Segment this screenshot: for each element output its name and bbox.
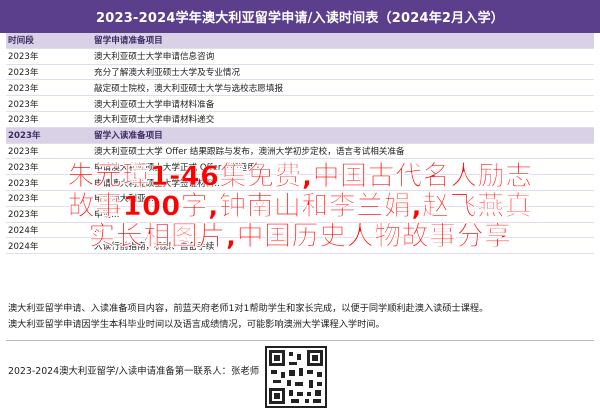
row-item: 申请澳大利亚硕士大学正式 Offer（如适用）	[94, 162, 265, 173]
section-title: 留学入读准备项目	[94, 131, 163, 142]
row-time: 2023年	[8, 210, 39, 221]
row-time: 2023年	[8, 67, 39, 78]
qr-code-icon[interactable]	[265, 346, 327, 408]
section-time: 2023年	[8, 131, 41, 142]
table-row: 2023年 澳大利亚硕士大学 Offer 结果跟踪与发布，澳洲大学初步定校，语言…	[6, 144, 594, 160]
row-time: 2023年	[8, 99, 39, 110]
row-time: 2023年	[8, 162, 39, 173]
row-item: 澳大利亚硕士大学申请材料递交	[94, 115, 215, 126]
row-time: 2024年	[8, 241, 39, 252]
row-item: 申请澳大利亚硕士大学签证材料...	[94, 178, 223, 189]
row-item: 入读行前指南，机票、自备手续	[94, 241, 215, 252]
table-row: 2023年 敲定硕士院校，澳大利亚硕士大学与选校志愿填报	[6, 80, 594, 97]
row-item: 申请...	[94, 210, 120, 221]
row-time: 2023年	[8, 52, 39, 63]
table-row: 2023年 申请...	[6, 207, 594, 223]
row-time: 2023年	[8, 146, 39, 157]
row-item: 澳大利亚硕士大学申请材料准备	[94, 99, 215, 110]
row-time: 2023年	[8, 194, 39, 205]
table-row: 2023年 澳大利亚硕士大学申请材料准备	[6, 96, 594, 112]
section-header-application: 时间段 留学申请准备项目	[6, 33, 594, 49]
column-header-time: 时间段	[8, 36, 34, 47]
divider	[6, 340, 594, 341]
table-row: 2024年 入读行前指南，机票、自备手续	[6, 238, 594, 255]
footnotes: 澳大利亚留学申请、入读准备项目内容，前蓝天府老师1对1帮助学生和家长完成，以便于…	[8, 301, 592, 333]
row-time: 2024年	[8, 225, 39, 236]
row-item: 澳大利亚硕士大学申请信息咨询	[94, 52, 215, 63]
contact-section: 2023-2024澳大利亚留学/入读申请准备第一联系人：张老师	[0, 340, 600, 417]
row-time: 2023年	[8, 83, 39, 94]
footnote: 澳大利亚留学申请因学生本科毕业时间以及语言成绩情况，可能影响澳洲大学课程入学时间…	[8, 319, 385, 330]
timeline-table: 时间段 留学申请准备项目 2023年 澳大利亚硕士大学申请信息咨询 2023年 …	[6, 33, 594, 255]
table-row: 2023年 申请澳大利亚硕士大学签证材料...	[6, 175, 594, 191]
qr-code-graphic	[269, 350, 323, 404]
row-item: 澳大利亚硕士大学 Offer 结果跟踪与发布，澳洲大学初步定校，语言考试相关准备	[94, 146, 405, 157]
row-time: 2023年	[8, 115, 39, 126]
footnote: 澳大利亚留学申请、入读准备项目内容，前蓝天府老师1对1帮助学生和家长完成，以便于…	[8, 303, 489, 314]
row-item: 充分了解澳大利亚硕士大学及专业情况	[94, 67, 241, 78]
contact-label: 2023-2024澳大利亚留学/入读申请准备第一联系人：	[8, 366, 232, 377]
table-row: 2023年 充分了解澳大利亚硕士大学及专业情况	[6, 65, 594, 81]
column-header-item: 留学申请准备项目	[94, 36, 163, 47]
row-item: 敲定硕士院校，澳大利亚硕士大学与选校志愿填报	[94, 83, 284, 94]
row-item: 申请澳大利亚...	[94, 194, 154, 205]
table-row: 2023年 澳大利亚硕士大学申请材料递交	[6, 112, 594, 128]
table-row: 2023年 澳大利亚硕士大学申请信息咨询	[6, 49, 594, 65]
table-row: 2023年 申请澳大利亚硕士大学正式 Offer（如适用）	[6, 159, 594, 176]
contact-name: 张老师	[231, 366, 260, 377]
table-row: 2023年 申请澳大利亚...	[6, 191, 594, 207]
row-time: 2023年	[8, 178, 39, 189]
section-header-enrollment: 2023年 留学入读准备项目	[6, 127, 594, 144]
page-title: 2023-2024学年澳大利亚留学申请/入读时间表（2024年2月入学）	[0, 0, 600, 33]
table-row: 2024年 ...	[6, 223, 594, 239]
row-item: ...	[94, 224, 103, 235]
contact-line: 2023-2024澳大利亚留学/入读申请准备第一联系人：张老师	[8, 363, 259, 377]
